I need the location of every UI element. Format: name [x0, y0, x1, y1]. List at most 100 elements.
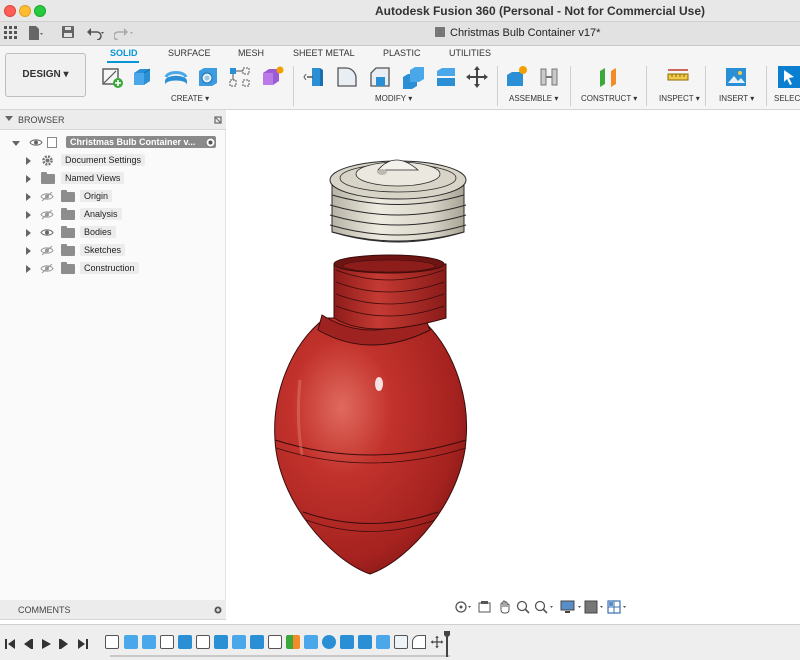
- select-menu[interactable]: SELECT: [774, 94, 800, 103]
- joint-icon[interactable]: [537, 65, 561, 89]
- timeline-thread-feature[interactable]: [232, 635, 246, 649]
- expand-arrow-icon[interactable]: [26, 157, 31, 165]
- bulb-cap[interactable]: [329, 159, 467, 243]
- pattern-icon[interactable]: [228, 65, 252, 89]
- comments-header[interactable]: COMMENTS: [0, 600, 226, 620]
- revolve-icon[interactable]: [163, 65, 188, 89]
- hidden-eye-icon[interactable]: [40, 209, 54, 220]
- canvas-viewport[interactable]: [227, 110, 800, 605]
- modify-menu[interactable]: MODIFY ▾: [375, 94, 412, 103]
- shell-icon[interactable]: [401, 65, 425, 89]
- bulb-body[interactable]: [274, 317, 468, 575]
- split-face-icon[interactable]: [434, 65, 458, 89]
- assemble-menu[interactable]: ASSEMBLE ▾: [509, 94, 558, 103]
- file-menu-icon[interactable]: [28, 26, 44, 42]
- offset-plane-icon[interactable]: [597, 65, 621, 89]
- tab-surface[interactable]: SURFACE: [168, 48, 211, 58]
- expand-arrow-icon[interactable]: [26, 265, 31, 273]
- timeline-plane-feature[interactable]: [286, 635, 300, 649]
- extrude-icon[interactable]: [130, 65, 154, 89]
- add-comment-icon[interactable]: [214, 606, 222, 614]
- construct-menu[interactable]: CONSTRUCT ▾: [581, 94, 637, 103]
- timeline-chamfer-feature[interactable]: [394, 635, 408, 649]
- tree-item-named-views[interactable]: Named Views: [26, 172, 216, 186]
- tab-plastic[interactable]: PLASTIC: [383, 48, 421, 58]
- display-settings-icon[interactable]: [560, 600, 584, 614]
- viewports-icon[interactable]: [607, 600, 629, 614]
- tab-solid[interactable]: SOLID: [110, 48, 138, 58]
- timeline-revolve-feature[interactable]: [142, 635, 156, 649]
- timeline-sketch-feature[interactable]: [196, 635, 210, 649]
- tree-item-construction[interactable]: Construction: [26, 262, 216, 276]
- timeline-revolve-feature[interactable]: [124, 635, 138, 649]
- pan-hand-icon[interactable]: [498, 600, 512, 614]
- hidden-eye-icon[interactable]: [40, 245, 54, 256]
- data-panel-grid-icon[interactable]: [3, 26, 19, 42]
- fillet-icon[interactable]: [335, 65, 359, 89]
- select-icon[interactable]: [778, 65, 800, 89]
- move-copy-icon[interactable]: [465, 65, 489, 89]
- tree-item-document-settings[interactable]: Document Settings: [26, 154, 216, 168]
- press-pull-icon[interactable]: [303, 65, 327, 89]
- expand-arrow-icon[interactable]: [12, 141, 20, 146]
- tree-item-sketches[interactable]: Sketches: [26, 244, 216, 258]
- save-icon[interactable]: [60, 26, 76, 42]
- go-to-start-icon[interactable]: [4, 638, 16, 650]
- tree-item-origin[interactable]: Origin: [26, 190, 216, 204]
- chamfer-icon[interactable]: [368, 65, 392, 89]
- timeline-split-feature[interactable]: [304, 635, 318, 649]
- tree-item-bodies[interactable]: Bodies: [26, 226, 216, 240]
- workspace-switcher-button[interactable]: DESIGN ▾: [5, 53, 86, 97]
- timeline-extrude-feature[interactable]: [358, 635, 372, 649]
- tab-mesh[interactable]: MESH: [238, 48, 264, 58]
- measure-icon[interactable]: [666, 65, 690, 89]
- timeline-extrude-feature[interactable]: [340, 635, 354, 649]
- insert-image-icon[interactable]: [724, 65, 748, 89]
- zoom-window-icon[interactable]: [534, 600, 556, 614]
- hole-icon[interactable]: [196, 65, 220, 89]
- tree-root-row[interactable]: Christmas Bulb Container v...: [12, 136, 222, 150]
- step-forward-icon[interactable]: [58, 638, 70, 650]
- zoom-icon[interactable]: [516, 600, 530, 614]
- grid-snaps-icon[interactable]: [584, 600, 606, 614]
- new-component-icon[interactable]: [505, 65, 529, 89]
- look-at-icon[interactable]: [478, 600, 492, 614]
- collapse-arrow-icon[interactable]: [5, 116, 13, 121]
- timeline-marker-icon[interactable]: [444, 631, 450, 657]
- insert-menu[interactable]: INSERT ▾: [719, 94, 754, 103]
- timeline-shell-feature[interactable]: [250, 635, 264, 649]
- activate-radio-icon[interactable]: [205, 137, 216, 148]
- undo-icon[interactable]: [86, 26, 108, 42]
- form-icon[interactable]: [260, 65, 284, 89]
- timeline-sketch-feature[interactable]: [160, 635, 174, 649]
- play-icon[interactable]: [40, 638, 52, 650]
- panel-pin-icon[interactable]: [214, 116, 222, 124]
- tree-item-analysis[interactable]: Analysis: [26, 208, 216, 222]
- timeline-sketch-feature[interactable]: [105, 635, 119, 649]
- tab-sheet-metal[interactable]: SHEET METAL: [293, 48, 355, 58]
- step-back-icon[interactable]: [22, 638, 34, 650]
- create-menu[interactable]: CREATE ▾: [171, 94, 209, 103]
- create-sketch-icon[interactable]: [100, 65, 124, 89]
- browser-header[interactable]: BROWSER: [0, 110, 226, 130]
- visibility-eye-icon[interactable]: [40, 227, 54, 238]
- redo-icon[interactable]: [113, 26, 136, 42]
- timeline-fillet-feature[interactable]: [412, 635, 426, 649]
- hidden-eye-icon[interactable]: [40, 191, 54, 202]
- document-tab[interactable]: Christmas Bulb Container v17*: [425, 24, 610, 46]
- tab-utilities[interactable]: UTILITIES: [449, 48, 491, 58]
- timeline-extrude-feature[interactable]: [178, 635, 192, 649]
- timeline-move-feature[interactable]: [268, 635, 282, 649]
- expand-arrow-icon[interactable]: [26, 175, 31, 183]
- expand-arrow-icon[interactable]: [26, 193, 31, 201]
- inspect-menu[interactable]: INSPECT ▾: [659, 94, 700, 103]
- expand-arrow-icon[interactable]: [26, 211, 31, 219]
- bulb-neck[interactable]: [317, 254, 447, 346]
- go-to-end-icon[interactable]: [77, 638, 89, 650]
- timeline-extrude-feature[interactable]: [214, 635, 228, 649]
- hidden-eye-icon[interactable]: [40, 263, 54, 274]
- expand-arrow-icon[interactable]: [26, 229, 31, 237]
- timeline-move-feature[interactable]: [430, 635, 444, 649]
- timeline-fillet-feature[interactable]: [376, 635, 390, 649]
- visibility-eye-icon[interactable]: [29, 137, 43, 148]
